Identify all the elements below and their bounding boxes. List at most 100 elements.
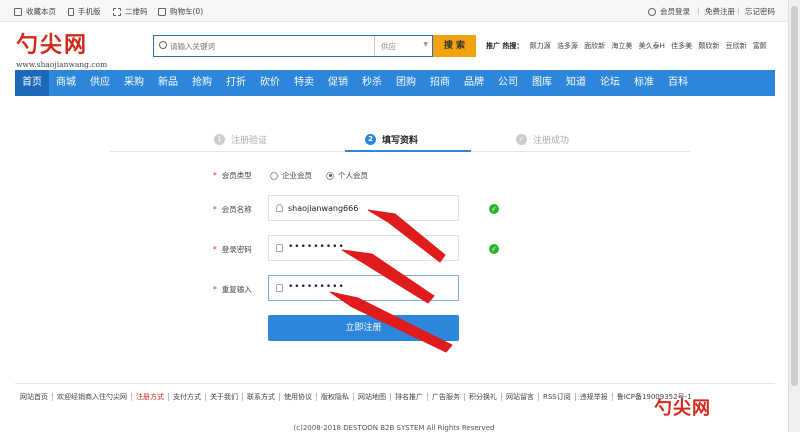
footer-link[interactable]: 积分换礼 [464, 393, 501, 401]
qrcode-link[interactable]: 二维码 [113, 6, 148, 17]
search-icon [159, 41, 167, 49]
login-link[interactable]: 会员登录 [648, 6, 690, 17]
nav-item-home[interactable]: 首页 [15, 70, 49, 96]
search-category-select[interactable]: 供应 ▼ [374, 36, 434, 56]
footer-link[interactable]: 排名推广 [390, 393, 427, 401]
top-bar: 收藏本页 手机版 二维码 购物车(0) 会员登录 | 免费注册 | 忘记密码 [0, 0, 788, 22]
footer-link[interactable]: 网站留言 [501, 393, 538, 401]
bookmark-icon [14, 7, 22, 16]
search-input[interactable] [170, 40, 360, 53]
hot-search-item[interactable]: 富颇 [753, 42, 767, 50]
radio-personal-label[interactable]: 个人会员 [338, 170, 368, 181]
cart-link[interactable]: 购物车(0) [158, 6, 203, 17]
nav-item-brand[interactable]: 品牌 [457, 70, 491, 96]
chevron-down-icon: ▼ [423, 41, 428, 48]
step-verify: 1 注册验证 [214, 126, 267, 152]
active-step-indicator [345, 150, 471, 152]
user-icon [276, 204, 283, 212]
nav-item-supply[interactable]: 供应 [83, 70, 117, 96]
nav-item-flash-sale[interactable]: 抢购 [185, 70, 219, 96]
phone-icon [68, 7, 74, 16]
footer-link[interactable]: 使用协议 [279, 393, 316, 401]
hot-search-item[interactable]: 颇力源 [530, 42, 551, 50]
register-submit-button[interactable]: 立即注册 [268, 315, 459, 341]
username-field[interactable]: shaojianwang666 [268, 195, 459, 221]
search-button[interactable]: 搜 索 [433, 35, 476, 57]
registration-steps: 1 注册验证 2 填写资料 ✓ 注册成功 [110, 126, 690, 152]
footer-link[interactable]: 网站首页 [20, 393, 52, 401]
footer-link[interactable]: 违规举报 [574, 393, 612, 401]
hot-search-item[interactable]: 美久泰H [639, 42, 665, 50]
confirm-password-field[interactable]: ••••••••• [268, 275, 459, 301]
register-link[interactable]: 免费注册 [705, 6, 735, 17]
footer-links: 网站首页 欢迎经销商入住勺尖网 注册方式 支付方式 关于我们 联系方式 使用协议… [20, 393, 696, 401]
confirm-password-label: * 重复输入 [213, 285, 252, 294]
nav-item-gallery[interactable]: 图库 [525, 70, 559, 96]
hot-search-item[interactable]: 豆欣新 [726, 42, 747, 50]
scrollbar[interactable] [788, 0, 800, 432]
step-fill-info: 2 填写资料 [365, 126, 418, 152]
separator: | [697, 7, 700, 15]
radio-enterprise[interactable] [270, 171, 278, 180]
nav-item-discount[interactable]: 打折 [219, 70, 253, 96]
password-label: * 登录密码 [213, 245, 252, 254]
hot-search-item[interactable]: 面欣新 [584, 42, 605, 50]
footer-link[interactable]: 欢迎经销商入住勺尖网 [52, 393, 131, 401]
mobile-link[interactable]: 手机版 [68, 6, 101, 17]
hot-search-item[interactable]: 浩多源 [557, 42, 578, 50]
footer-link[interactable]: 关于我们 [205, 393, 242, 401]
username-label: * 会员名称 [213, 205, 252, 214]
radio-personal[interactable] [326, 171, 334, 180]
main-nav: 首页 商城 供应 采购 新品 抢购 打折 砍价 特卖 促销 秒杀 团购 招商 品… [15, 70, 775, 96]
radio-enterprise-label[interactable]: 企业会员 [282, 170, 312, 181]
confirm-password-value: ••••••••• [288, 282, 345, 292]
nav-item-purchase[interactable]: 采购 [117, 70, 151, 96]
footer-link[interactable]: 联系方式 [242, 393, 279, 401]
footer-link[interactable]: 版权隐私 [316, 393, 353, 401]
hot-search-item[interactable]: 颇欣新 [698, 42, 719, 50]
member-type-options: 企业会员 个人会员 [270, 170, 368, 181]
nav-item-bargain[interactable]: 砍价 [253, 70, 287, 96]
footer-link[interactable]: 支付方式 [168, 393, 205, 401]
bookmark-link[interactable]: 收藏本页 [14, 6, 56, 17]
nav-item-seckill[interactable]: 秒杀 [355, 70, 389, 96]
nav-item-new[interactable]: 新品 [151, 70, 185, 96]
username-value: shaojianwang666 [288, 204, 359, 213]
scrollbar-thumb[interactable] [791, 6, 798, 386]
password-valid-icon: ✓ [489, 244, 499, 254]
step-number: 2 [365, 133, 376, 145]
qrcode-icon [113, 7, 121, 16]
site-logo[interactable]: 勺尖网 www.shaojianwang.com [16, 27, 107, 69]
nav-item-promotion[interactable]: 促销 [321, 70, 355, 96]
nav-item-group-buy[interactable]: 团购 [389, 70, 423, 96]
nav-item-standard[interactable]: 标准 [627, 70, 661, 96]
nav-item-know[interactable]: 知道 [559, 70, 593, 96]
hot-search-label: 推广 热搜： [486, 42, 524, 50]
hot-search: 推广 热搜： 颇力源 浩多源 面欣新 海立美 美久泰H 佳多美 颇欣新 豆欣新 … [486, 41, 771, 51]
nav-item-special[interactable]: 特卖 [287, 70, 321, 96]
logo-url: www.shaojianwang.com [16, 60, 108, 69]
logo-text: 勺尖网 [16, 32, 89, 58]
separator: | [737, 7, 740, 15]
password-field[interactable]: ••••••••• [268, 235, 459, 261]
footer-link[interactable]: RSS订阅 [538, 393, 575, 401]
copyright: (c)2008-2018 DESTOON B2B SYSTEM All Righ… [293, 424, 495, 432]
hot-search-item[interactable]: 海立美 [611, 42, 632, 50]
member-type-label: * 会员类型 [213, 171, 252, 180]
nav-item-investment[interactable]: 招商 [423, 70, 457, 96]
check-circle-icon: ✓ [516, 133, 527, 145]
nav-item-forum[interactable]: 论坛 [593, 70, 627, 96]
nav-item-mall[interactable]: 商城 [49, 70, 83, 96]
footer-link[interactable]: 注册方式 [131, 393, 168, 401]
nav-item-company[interactable]: 公司 [491, 70, 525, 96]
lock-icon [276, 244, 283, 252]
step-number: 1 [214, 133, 225, 145]
watermark-logo: 勺尖网 [654, 398, 711, 419]
password-value: ••••••••• [288, 242, 345, 252]
footer-link[interactable]: 网站地图 [353, 393, 390, 401]
footer-link[interactable]: 广告服务 [427, 393, 464, 401]
footer-divider [15, 383, 775, 384]
hot-search-item[interactable]: 佳多美 [671, 42, 692, 50]
forgot-password-link[interactable]: 忘记密码 [745, 6, 775, 17]
nav-item-wiki[interactable]: 百科 [661, 70, 695, 96]
